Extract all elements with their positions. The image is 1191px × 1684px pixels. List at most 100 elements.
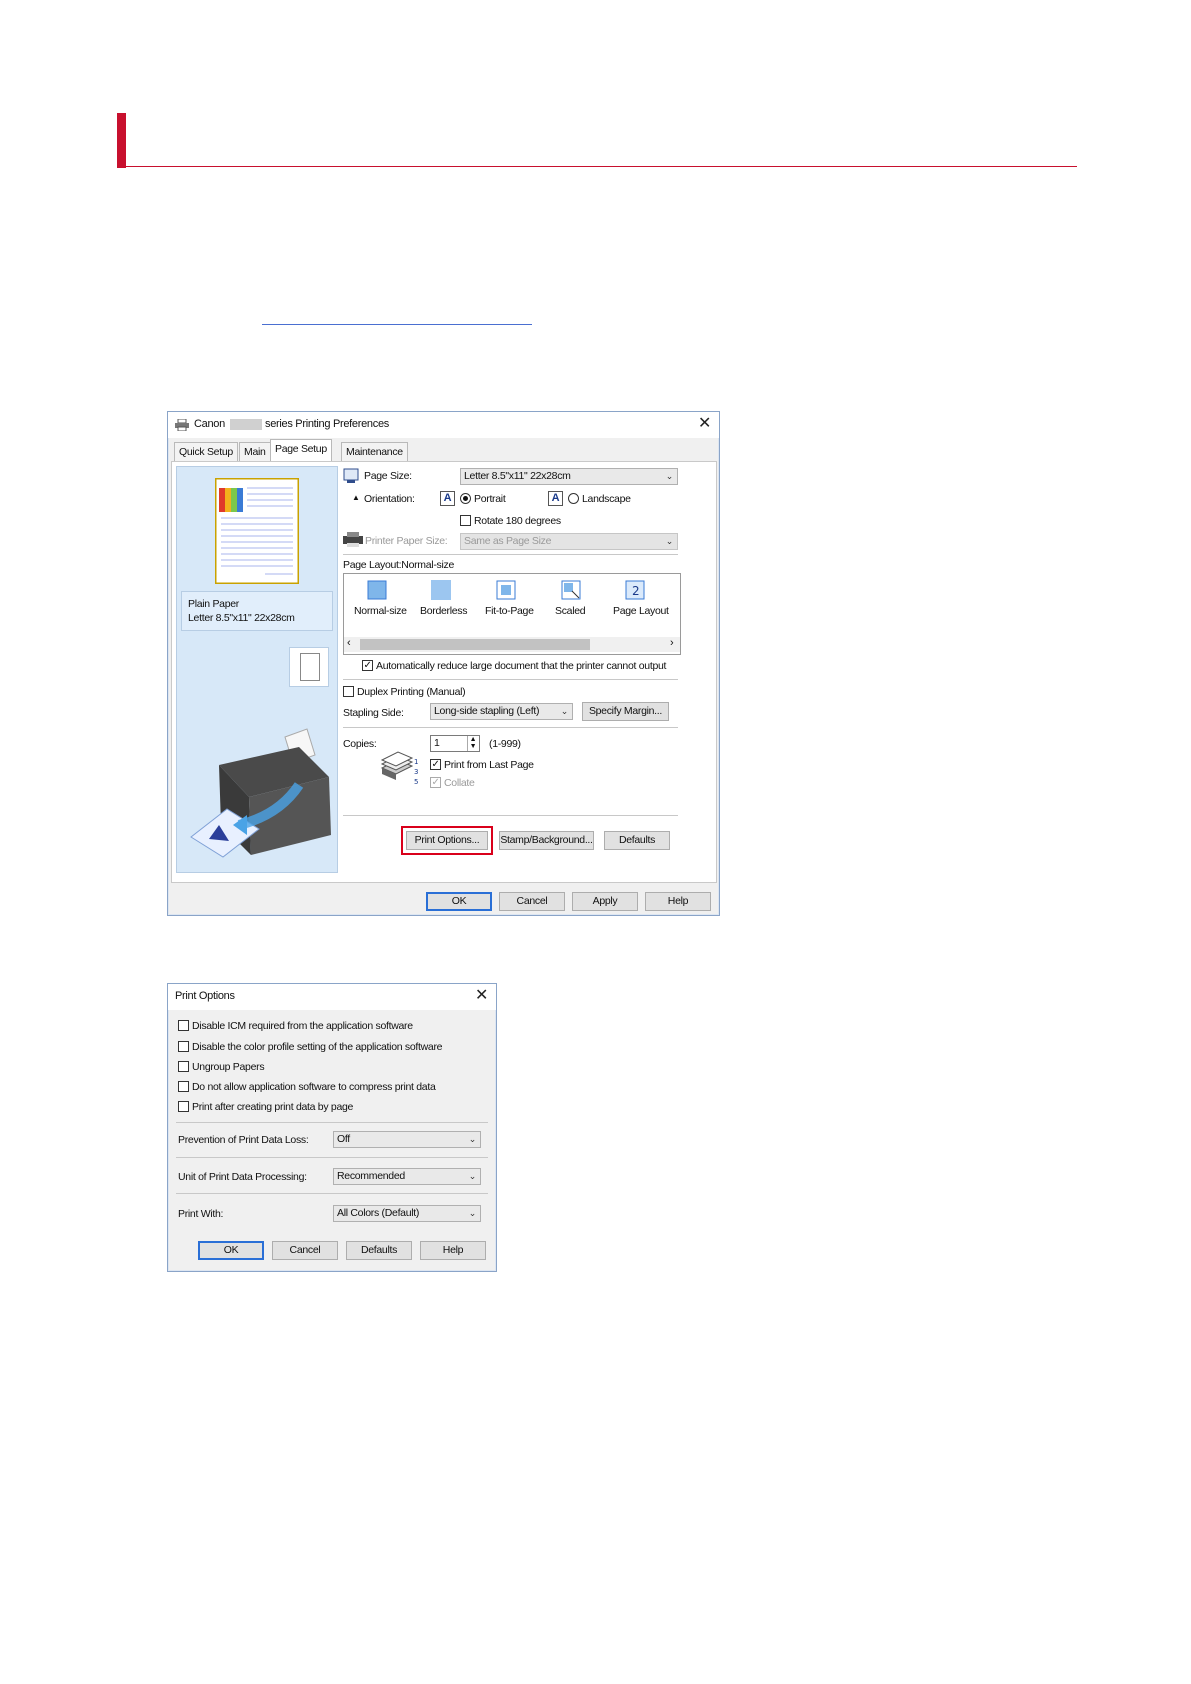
- print-options-button[interactable]: Print Options...: [406, 831, 488, 850]
- defaults-button[interactable]: Defaults: [604, 831, 670, 850]
- page-preview: [215, 478, 299, 584]
- no-compress-checkbox[interactable]: [178, 1081, 189, 1092]
- print-by-page-label: Print after creating print data by page: [192, 1101, 354, 1113]
- ok-button[interactable]: OK: [198, 1241, 264, 1260]
- scaled-icon[interactable]: [561, 580, 581, 600]
- title-bar: Canon series Printing Preferences ✕: [168, 412, 719, 438]
- tab-panel: Plain Paper Letter 8.5"x11" 22x28cm Page…: [171, 461, 717, 883]
- landscape-radio[interactable]: [568, 493, 579, 504]
- document-link[interactable]: [262, 308, 532, 325]
- copies-range: (1-999): [489, 738, 521, 750]
- auto-reduce-checkbox[interactable]: ✓: [362, 660, 373, 671]
- orientation-label: Orientation:: [364, 493, 415, 505]
- close-icon[interactable]: ✕: [698, 415, 711, 433]
- stapling-side-select[interactable]: Long-side stapling (Left) ⌄: [430, 703, 573, 720]
- dialog-title: Print Options: [175, 990, 235, 1002]
- horizontal-scrollbar[interactable]: ‹ ›: [344, 637, 680, 652]
- borderless-icon[interactable]: [431, 580, 451, 600]
- tab-maintenance[interactable]: Maintenance: [341, 442, 408, 461]
- tab-page-setup[interactable]: Page Setup: [270, 439, 332, 462]
- print-from-last-page-checkbox[interactable]: ✓: [430, 759, 441, 770]
- page-layout-label: Page Layout:Normal-size: [343, 559, 454, 571]
- ungroup-papers-label: Ungroup Papers: [192, 1061, 265, 1073]
- svg-text:2: 2: [632, 584, 639, 598]
- ok-button[interactable]: OK: [426, 892, 492, 911]
- cancel-button[interactable]: Cancel: [499, 892, 565, 911]
- separator: [176, 1193, 488, 1194]
- no-compress-label: Do not allow application software to com…: [192, 1081, 436, 1093]
- printer-paper-size-label: Printer Paper Size:: [365, 535, 448, 547]
- dialog-title-prefix: Canon: [194, 418, 225, 430]
- svg-text:5: 5: [414, 778, 418, 786]
- heading-accent-bar: [117, 113, 126, 168]
- chevron-down-icon: ⌄: [665, 471, 674, 481]
- chevron-down-icon: ⌄: [468, 1208, 477, 1218]
- duplex-checkbox[interactable]: [343, 686, 354, 697]
- layout-item-fit-to-page[interactable]: Fit-to-Page: [485, 605, 534, 617]
- layout-item-normal-size[interactable]: Normal-size: [354, 605, 407, 617]
- page-layout-icon[interactable]: 2: [625, 580, 645, 600]
- page-size-icon: [343, 468, 359, 483]
- collate-label: Collate: [444, 777, 475, 789]
- prevention-select[interactable]: Off ⌄: [333, 1131, 481, 1148]
- rotate-180-label: Rotate 180 degrees: [474, 515, 561, 527]
- help-button[interactable]: Help: [420, 1241, 486, 1260]
- copies-stack-icon: 1 3 5: [380, 751, 418, 786]
- portrait-icon: A: [440, 491, 455, 506]
- cancel-button[interactable]: Cancel: [272, 1241, 338, 1260]
- printer-paper-size-select: Same as Page Size ⌄: [460, 533, 678, 550]
- print-by-page-checkbox[interactable]: [178, 1101, 189, 1112]
- separator: [343, 679, 678, 680]
- print-options-dialog: Print Options ✕ Disable ICM required fro…: [167, 983, 497, 1272]
- auto-reduce-label: Automatically reduce large document that…: [376, 660, 667, 672]
- help-button[interactable]: Help: [645, 892, 711, 911]
- disable-icm-checkbox[interactable]: [178, 1020, 189, 1031]
- portrait-radio[interactable]: [460, 493, 471, 504]
- separator: [343, 554, 678, 555]
- paper-orientation-preview: [289, 647, 329, 687]
- disable-color-profile-label: Disable the color profile setting of the…: [192, 1041, 443, 1053]
- tab-quick-setup[interactable]: Quick Setup: [174, 442, 238, 461]
- chevron-down-icon: ⌄: [468, 1171, 477, 1181]
- layout-item-scaled[interactable]: Scaled: [555, 605, 586, 617]
- tab-main[interactable]: Main: [239, 442, 271, 461]
- rotate-180-checkbox[interactable]: [460, 515, 471, 526]
- defaults-button[interactable]: Defaults: [346, 1241, 412, 1260]
- orientation-bullet-icon: ▲: [352, 493, 360, 502]
- separator: [343, 727, 678, 728]
- model-name-redacted: [230, 419, 262, 430]
- apply-button[interactable]: Apply: [572, 892, 638, 911]
- normal-size-icon[interactable]: [367, 580, 387, 600]
- spin-arrows-icon[interactable]: ▲ ▼: [467, 736, 478, 751]
- specify-margin-button[interactable]: Specify Margin...: [582, 702, 669, 721]
- page-size-label: Page Size:: [364, 470, 412, 482]
- scrollbar-thumb[interactable]: [360, 639, 590, 650]
- printer-illustration: [190, 728, 331, 858]
- close-icon[interactable]: ✕: [475, 987, 488, 1005]
- layout-item-borderless[interactable]: Borderless: [420, 605, 468, 617]
- printer-paper-icon: [343, 532, 363, 547]
- separator: [176, 1122, 488, 1123]
- disable-icm-label: Disable ICM required from the applicatio…: [192, 1020, 413, 1032]
- print-with-select[interactable]: All Colors (Default) ⌄: [333, 1205, 481, 1222]
- landscape-label: Landscape: [582, 493, 631, 505]
- page-size-select[interactable]: Letter 8.5"x11" 22x28cm ⌄: [460, 468, 678, 485]
- prevention-label: Prevention of Print Data Loss:: [178, 1134, 309, 1146]
- media-type-text: Plain Paper: [188, 598, 239, 610]
- copies-input[interactable]: 1 ▲ ▼: [430, 735, 480, 752]
- separator: [343, 815, 678, 816]
- scroll-left-icon[interactable]: ‹: [347, 637, 351, 649]
- chevron-down-icon: ⌄: [665, 536, 674, 546]
- dialog-title-suffix: series Printing Preferences: [265, 418, 389, 430]
- separator: [176, 1157, 488, 1158]
- fit-to-page-icon[interactable]: [496, 580, 516, 600]
- disable-color-profile-checkbox[interactable]: [178, 1041, 189, 1052]
- layout-item-page-layout[interactable]: Page Layout: [613, 605, 669, 617]
- print-from-last-page-label: Print from Last Page: [444, 759, 534, 771]
- stamp-background-button[interactable]: Stamp/Background...: [499, 831, 594, 850]
- ungroup-papers-checkbox[interactable]: [178, 1061, 189, 1072]
- scroll-right-icon[interactable]: ›: [670, 637, 674, 649]
- heading-rule: [117, 166, 1077, 167]
- unit-select[interactable]: Recommended ⌄: [333, 1168, 481, 1185]
- title-bar: Print Options ✕: [168, 984, 496, 1010]
